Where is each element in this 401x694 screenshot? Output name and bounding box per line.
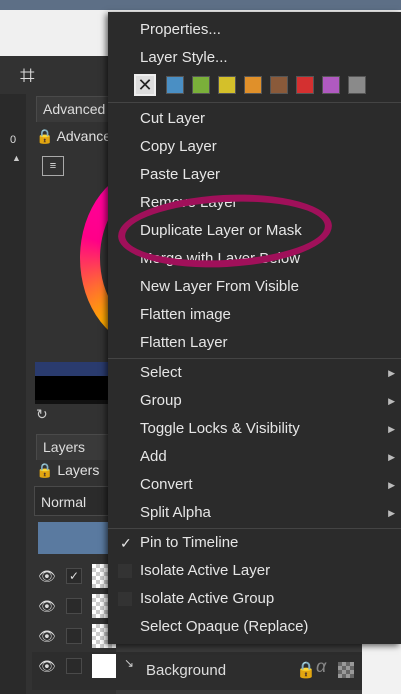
check-icon: ✓ <box>120 535 132 551</box>
menu-item-copy-layer[interactable]: Copy Layer <box>108 133 401 161</box>
color-label-swatch[interactable] <box>192 76 210 94</box>
color-swatch-black[interactable] <box>35 376 115 400</box>
eye-icon[interactable]: 👁 <box>38 568 56 585</box>
layer-thumbnail <box>92 654 116 678</box>
menu-item-select[interactable]: Select ▶ <box>108 359 401 387</box>
color-label-swatch[interactable] <box>348 76 366 94</box>
menu-item-properties[interactable]: Properties... <box>108 16 401 44</box>
menu-item-group[interactable]: Group ▶ <box>108 387 401 415</box>
menu-item-label: Convert <box>140 476 193 493</box>
menu-item-layer-style[interactable]: Layer Style... <box>108 44 401 72</box>
color-label-swatch[interactable] <box>322 76 340 94</box>
lock-icon[interactable]: 🔒 <box>296 660 316 680</box>
selected-layer-highlight <box>38 522 110 554</box>
menu-item-toggle-locks[interactable]: Toggle Locks & Visibility ▶ <box>108 415 401 443</box>
lock-icon[interactable]: 🔒 <box>36 462 53 478</box>
layers-lock-row: 🔒 Layers <box>36 462 116 482</box>
lock-icon[interactable]: 🔒 <box>36 128 53 144</box>
menu-item-label: Select <box>140 364 182 381</box>
alpha-icon[interactable]: α <box>316 656 326 677</box>
layer-name: Background <box>146 662 227 679</box>
layer-checkbox[interactable] <box>66 628 82 644</box>
menu-item-select-opaque[interactable]: Select Opaque (Replace) <box>108 613 401 641</box>
color-label-swatch[interactable] <box>166 76 184 94</box>
menu-item-add[interactable]: Add ▶ <box>108 443 401 471</box>
submenu-arrow-icon: ▶ <box>388 480 395 490</box>
up-arrow-icon[interactable]: ▲ <box>12 153 26 165</box>
title-strip <box>0 0 401 10</box>
crop-icon[interactable]: ⌗ <box>20 60 50 90</box>
context-menu: Properties... Layer Style... ✕ Cut Layer… <box>108 12 401 644</box>
submenu-arrow-icon: ▶ <box>388 452 395 462</box>
menu-item-label: Isolate Active Layer <box>140 562 271 579</box>
advanced-lock-row: 🔒 Advanced <box>36 128 116 148</box>
menu-item-label: Pin to Timeline <box>140 534 239 551</box>
menu-item-pin-to-timeline[interactable]: ✓ Pin to Timeline <box>108 529 401 557</box>
eye-icon[interactable]: 👁 <box>38 598 56 615</box>
inherit-alpha-icon[interactable] <box>338 662 354 678</box>
submenu-arrow-icon: ▶ <box>388 368 395 378</box>
menu-item-split-alpha[interactable]: Split Alpha ▶ <box>108 499 401 527</box>
left-panel <box>0 94 26 694</box>
menu-item-label: Add <box>140 448 167 465</box>
eye-icon[interactable]: 👁 <box>38 658 56 675</box>
menu-item-label: Toggle Locks & Visibility <box>140 420 300 437</box>
color-swatch-blue[interactable] <box>35 362 115 376</box>
color-swatch-dark[interactable] <box>35 400 115 404</box>
color-label-swatch[interactable] <box>270 76 288 94</box>
layer-checkbox[interactable]: ✓ <box>66 568 82 584</box>
no-color-swatch[interactable]: ✕ <box>134 74 156 96</box>
layers-lock-label: Layers <box>57 462 100 478</box>
tab-layers[interactable]: Layers <box>36 434 112 460</box>
menu-separator <box>108 102 401 103</box>
blend-mode-select[interactable]: Normal <box>34 486 114 516</box>
zero-label: 0 <box>10 134 17 146</box>
layer-checkbox[interactable] <box>66 598 82 614</box>
checkbox-icon <box>118 592 132 606</box>
color-label-swatch[interactable] <box>296 76 314 94</box>
refresh-icon[interactable]: ↻ <box>36 406 48 423</box>
menu-item-isolate-active-group[interactable]: Isolate Active Group <box>108 585 401 613</box>
checkbox-icon <box>118 564 132 578</box>
menu-item-flatten-image[interactable]: Flatten image <box>108 301 401 329</box>
color-label-swatch[interactable] <box>244 76 262 94</box>
menu-item-isolate-active-layer[interactable]: Isolate Active Layer <box>108 557 401 585</box>
list-icon[interactable]: ≡ <box>42 156 64 176</box>
layer-checkbox[interactable] <box>66 658 82 674</box>
submenu-arrow-icon: ▶ <box>388 508 395 518</box>
menu-item-convert[interactable]: Convert ▶ <box>108 471 401 499</box>
menu-item-label: Group <box>140 392 182 409</box>
submenu-arrow-icon: ▶ <box>388 396 395 406</box>
menu-item-label: Isolate Active Group <box>140 590 275 607</box>
menu-item-label: Split Alpha <box>140 504 211 521</box>
eye-icon[interactable]: 👁 <box>38 628 56 645</box>
menu-item-cut-layer[interactable]: Cut Layer <box>108 105 401 133</box>
tab-advanced-color-selector[interactable]: Advanced <box>36 96 116 122</box>
submenu-arrow-icon: ▶ <box>388 424 395 434</box>
color-label-swatch[interactable] <box>218 76 236 94</box>
menu-item-new-layer-from-visible[interactable]: New Layer From Visible <box>108 273 401 301</box>
menu-item-paste-layer[interactable]: Paste Layer <box>108 161 401 189</box>
menu-item-flatten-layer[interactable]: Flatten Layer <box>108 329 401 357</box>
link-icon: ↘ <box>124 656 135 670</box>
